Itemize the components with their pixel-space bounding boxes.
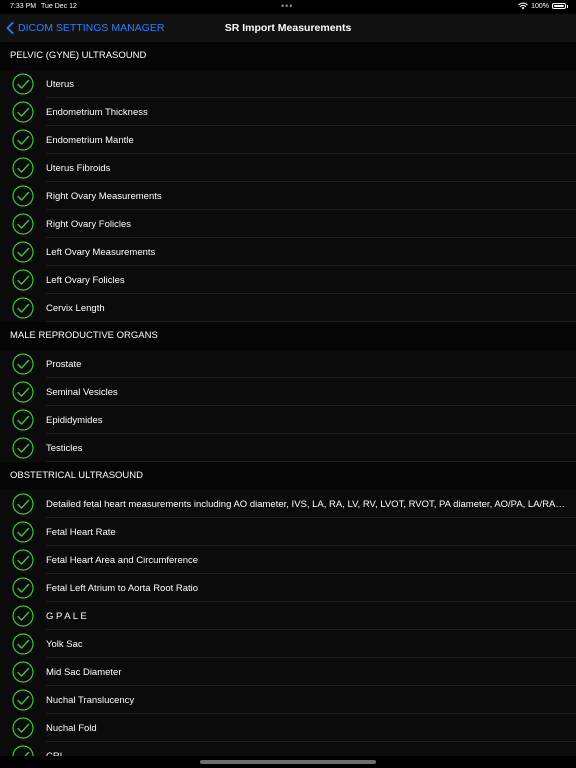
list-item[interactable]: Left Ovary Folicles <box>0 266 576 294</box>
list-item-label: Uterus Fibroids <box>46 162 111 174</box>
list-item-label: Nuchal Fold <box>46 722 97 734</box>
checkmark-circle-icon[interactable] <box>12 73 34 95</box>
list-item[interactable]: Seminal Vesicles <box>0 378 576 406</box>
list-item[interactable]: G P A L E <box>0 602 576 630</box>
checkmark-circle-icon[interactable] <box>12 213 34 235</box>
checkmark-circle-icon[interactable] <box>12 577 34 599</box>
section-header: MALE REPRODUCTIVE ORGANS <box>0 322 576 350</box>
checkmark-circle-icon[interactable] <box>12 605 34 627</box>
list-item-label: Right Ovary Folicles <box>46 218 131 230</box>
list-item-label: Left Ovary Folicles <box>46 274 125 286</box>
list-item[interactable]: Uterus <box>0 70 576 98</box>
list-item[interactable]: Testicles <box>0 434 576 462</box>
list-item-label: Endometrium Thickness <box>46 106 148 118</box>
list-item[interactable]: Right Ovary Measurements <box>0 182 576 210</box>
list-item-label: Prostate <box>46 358 82 370</box>
list-item-label: Seminal Vesicles <box>46 386 118 398</box>
checkmark-circle-icon[interactable] <box>12 717 34 739</box>
checkmark-circle-icon[interactable] <box>12 129 34 151</box>
list-item[interactable]: Prostate <box>0 350 576 378</box>
list-item[interactable]: Endometrium Thickness <box>0 98 576 126</box>
measurements-list[interactable]: PELVIC (GYNE) ULTRASOUND Uterus Endometr… <box>0 42 576 756</box>
list-item[interactable]: Nuchal Translucency <box>0 686 576 714</box>
checkmark-circle-icon[interactable] <box>12 521 34 543</box>
list-item-label: CRL <box>46 750 66 757</box>
status-date: Tue Dec 12 <box>41 3 77 10</box>
checkmark-circle-icon[interactable] <box>12 493 34 515</box>
list-item[interactable]: Yolk Sac <box>0 630 576 658</box>
list-item-label: Fetal Heart Area and Circumference <box>46 554 199 566</box>
list-item[interactable]: CRL <box>0 742 576 756</box>
checkmark-circle-icon[interactable] <box>12 353 34 375</box>
checkmark-circle-icon[interactable] <box>12 157 34 179</box>
home-indicator[interactable] <box>200 760 376 764</box>
list-item[interactable]: Mid Sac Diameter <box>0 658 576 686</box>
status-bar: 7:33 PM Tue Dec 12 ••• 100% <box>0 0 576 14</box>
checkmark-circle-icon[interactable] <box>12 633 34 655</box>
battery-percentage: 100% <box>531 2 549 10</box>
checkmark-circle-icon[interactable] <box>12 437 34 459</box>
list-item-label: Nuchal Translucency <box>46 694 135 706</box>
list-item-label: Fetal Left Atrium to Aorta Root Ratio <box>46 582 199 594</box>
wifi-icon <box>518 2 528 10</box>
list-item-label: Right Ovary Measurements <box>46 190 162 202</box>
list-item[interactable]: Fetal Left Atrium to Aorta Root Ratio <box>0 574 576 602</box>
battery-cap <box>567 4 568 8</box>
list-item[interactable]: Fetal Heart Rate <box>0 518 576 546</box>
list-item-label: Mid Sac Diameter <box>46 666 122 678</box>
checkmark-circle-icon[interactable] <box>12 689 34 711</box>
chevron-left-icon <box>6 22 14 34</box>
list-item-label: Uterus <box>46 78 74 90</box>
section-header: OBSTETRICAL ULTRASOUND <box>0 462 576 490</box>
list-item[interactable]: Nuchal Fold <box>0 714 576 742</box>
section: OBSTETRICAL ULTRASOUND Detailed fetal he… <box>0 462 576 756</box>
checkmark-circle-icon[interactable] <box>12 241 34 263</box>
list-item-label: Fetal Heart Rate <box>46 526 116 538</box>
back-button[interactable]: DICOM SETTINGS MANAGER <box>6 14 164 42</box>
checkmark-circle-icon[interactable] <box>12 661 34 683</box>
list-item[interactable]: Left Ovary Measurements <box>0 238 576 266</box>
list-item-label: Testicles <box>46 442 83 454</box>
checkmark-circle-icon[interactable] <box>12 269 34 291</box>
navigation-bar: DICOM SETTINGS MANAGER SR Import Measure… <box>0 14 576 42</box>
status-time: 7:33 PM <box>10 3 37 10</box>
list-item[interactable]: Endometrium Mantle <box>0 126 576 154</box>
list-item[interactable]: Fetal Heart Area and Circumference <box>0 546 576 574</box>
back-button-label: DICOM SETTINGS MANAGER <box>18 22 165 34</box>
checkmark-circle-icon[interactable] <box>12 381 34 403</box>
list-item-label: Cervix Length <box>46 302 105 314</box>
battery-icon <box>552 3 566 9</box>
checkmark-circle-icon[interactable] <box>12 297 34 319</box>
checkmark-circle-icon[interactable] <box>12 745 34 756</box>
checkmark-circle-icon[interactable] <box>12 185 34 207</box>
list-item-label: Detailed fetal heart measurements includ… <box>46 498 566 510</box>
checkmark-circle-icon[interactable] <box>12 409 34 431</box>
list-item-label: Left Ovary Measurements <box>46 246 156 258</box>
section-header: PELVIC (GYNE) ULTRASOUND <box>0 42 576 70</box>
section: MALE REPRODUCTIVE ORGANS Prostate Semina… <box>0 322 576 462</box>
section: PELVIC (GYNE) ULTRASOUND Uterus Endometr… <box>0 42 576 322</box>
list-item-label: Yolk Sac <box>46 638 83 650</box>
list-item-label: G P A L E <box>46 610 87 622</box>
list-item-label: Endometrium Mantle <box>46 134 134 146</box>
list-item[interactable]: Uterus Fibroids <box>0 154 576 182</box>
list-item-label: Epididymides <box>46 414 103 426</box>
list-item[interactable]: Detailed fetal heart measurements includ… <box>0 490 576 518</box>
list-item[interactable]: Cervix Length <box>0 294 576 322</box>
checkmark-circle-icon[interactable] <box>12 549 34 571</box>
multitasking-dots[interactable]: ••• <box>281 1 293 11</box>
checkmark-circle-icon[interactable] <box>12 101 34 123</box>
list-item[interactable]: Epididymides <box>0 406 576 434</box>
status-indicators: 100% <box>518 2 568 10</box>
list-item[interactable]: Right Ovary Folicles <box>0 210 576 238</box>
